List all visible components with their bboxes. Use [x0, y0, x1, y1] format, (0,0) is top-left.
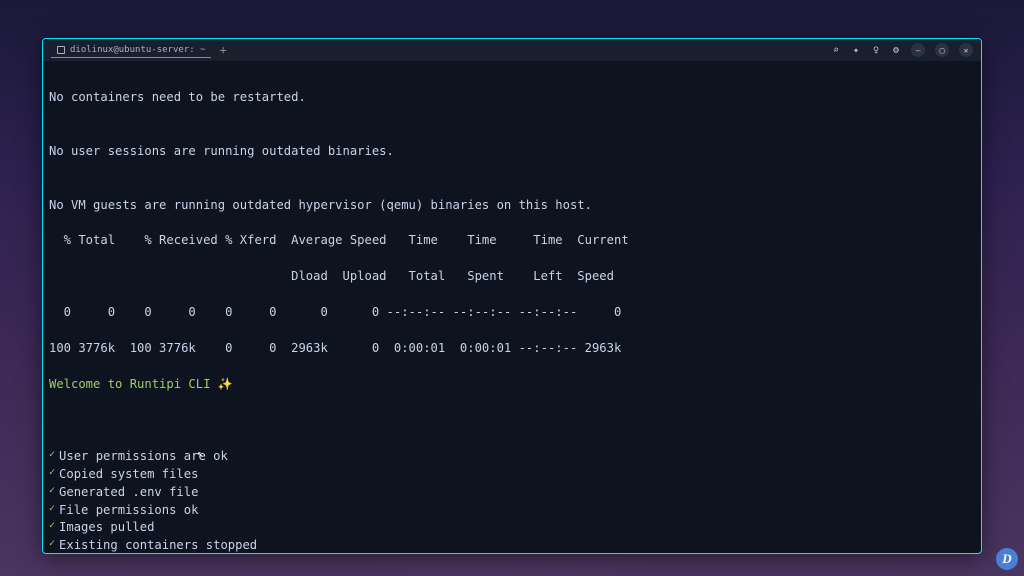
minimize-button[interactable]: —	[911, 43, 925, 57]
terminal-window: diolinux@ubuntu-server: ~ + ⌕ ✦ ♀ ⚙ — ▢ …	[42, 38, 982, 554]
output-line: % Total % Received % Xferd Average Speed…	[49, 232, 975, 250]
tab-active[interactable]: diolinux@ubuntu-server: ~	[51, 43, 211, 58]
gear-icon[interactable]: ⚙	[891, 45, 901, 55]
check-line: ✓ User permissions are ok	[49, 448, 975, 466]
welcome-line: Welcome to Runtipi CLI ✨	[49, 376, 975, 394]
maximize-button[interactable]: ▢	[935, 43, 949, 57]
check-icon: ✓	[49, 466, 55, 484]
check-line: ✓ Existing containers stopped	[49, 537, 975, 553]
output-line: No VM guests are running outdated hyperv…	[49, 197, 975, 215]
bulb-icon[interactable]: ♀	[871, 45, 881, 55]
d-badge: D	[996, 548, 1018, 570]
check-icon: ✓	[49, 448, 55, 466]
output-line: No containers need to be restarted.	[49, 89, 975, 107]
add-tab-button[interactable]: +	[219, 43, 226, 57]
check-line: ✓ File permissions ok	[49, 502, 975, 520]
check-text: Generated .env file	[59, 484, 198, 502]
close-button[interactable]: ✕	[959, 43, 973, 57]
check-icon: ✓	[49, 502, 55, 520]
check-text: User permissions are ok	[59, 448, 228, 466]
terminal-body[interactable]: No containers need to be restarted. No u…	[43, 61, 981, 553]
check-text: Copied system files	[59, 466, 198, 484]
tab-title: diolinux@ubuntu-server: ~	[70, 45, 205, 55]
output-line: Dload Upload Total Spent Left Speed	[49, 268, 975, 286]
check-line: ✓ Copied system files	[49, 466, 975, 484]
pin-icon[interactable]: ✦	[851, 45, 861, 55]
check-text: Existing containers stopped	[59, 537, 257, 553]
output-line: No user sessions are running outdated bi…	[49, 143, 975, 161]
output-line: 0 0 0 0 0 0 0 0 --:--:-- --:--:-- --:--:…	[49, 304, 975, 322]
blank-line	[49, 412, 975, 430]
check-icon: ✓	[49, 519, 55, 537]
terminal-icon	[57, 46, 65, 54]
check-icon: ✓	[49, 484, 55, 502]
check-line: ✓ Images pulled	[49, 519, 975, 537]
check-line: ✓ Generated .env file	[49, 484, 975, 502]
check-text: Images pulled	[59, 519, 154, 537]
titlebar-controls: ⌕ ✦ ♀ ⚙ — ▢ ✕	[831, 43, 973, 57]
output-line: 100 3776k 100 3776k 0 0 2963k 0 0:00:01 …	[49, 340, 975, 358]
check-text: File permissions ok	[59, 502, 198, 520]
titlebar: diolinux@ubuntu-server: ~ + ⌕ ✦ ♀ ⚙ — ▢ …	[43, 39, 981, 61]
search-icon[interactable]: ⌕	[831, 45, 841, 55]
check-icon: ✓	[49, 537, 55, 553]
